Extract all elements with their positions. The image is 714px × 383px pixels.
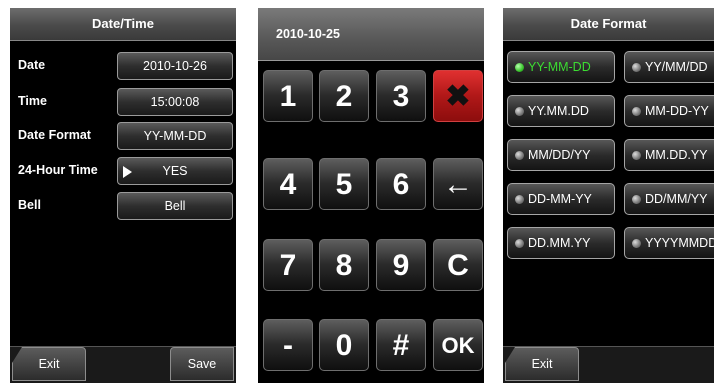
24-hour-time-toggle[interactable]: YES (117, 157, 233, 185)
date-format-label: Date Format (18, 128, 91, 142)
bell-label: Bell (18, 198, 41, 212)
format-option-yy-mm-dd[interactable]: YY-MM-DD (507, 51, 615, 83)
format-option-mm-slash-dd-slash-yy[interactable]: MM/DD/YY (507, 139, 615, 171)
radio-icon (515, 107, 524, 116)
format-option-label: MM.DD.YY (645, 148, 708, 162)
key-8[interactable]: 8 (319, 239, 369, 291)
key-5[interactable]: 5 (319, 158, 369, 210)
ok-key[interactable]: OK (433, 319, 483, 371)
exit-button[interactable]: Exit (505, 347, 579, 381)
page-title: Date/Time (10, 8, 236, 41)
format-option-label: YYYYMMDD (645, 236, 714, 250)
time-button[interactable]: 15:00:08 (117, 88, 233, 116)
radio-icon (632, 63, 641, 72)
format-option-label: DD/MM/YY (645, 192, 708, 206)
key-6[interactable]: 6 (376, 158, 426, 210)
radio-icon (632, 151, 641, 160)
format-option-dd-mm-yy[interactable]: DD-MM-YY (507, 183, 615, 215)
keypad-screen: 2010-10-25 1 2 3 ✖ 4 5 6 ← 7 8 9 C - 0 #… (258, 8, 484, 383)
date-label: Date (18, 58, 46, 72)
hash-key[interactable]: # (376, 319, 426, 371)
time-label: Time (18, 94, 47, 108)
minus-key[interactable]: - (263, 319, 313, 371)
24-hour-time-label: 24-Hour Time (18, 163, 98, 177)
key-7[interactable]: 7 (263, 239, 313, 291)
key-2[interactable]: 2 (319, 70, 369, 122)
exit-button[interactable]: Exit (12, 347, 86, 381)
format-option-yy-dot-mm-dot-dd[interactable]: YY.MM.DD (507, 95, 615, 127)
key-9[interactable]: 9 (376, 239, 426, 291)
bell-button[interactable]: Bell (117, 192, 233, 220)
format-option-mm-dot-dd-dot-yy[interactable]: MM.DD.YY (624, 139, 714, 171)
format-option-label: DD-MM-YY (528, 192, 592, 206)
key-3[interactable]: 3 (376, 70, 426, 122)
clear-key[interactable]: C (433, 239, 483, 291)
radio-icon (515, 239, 524, 248)
radio-icon (515, 195, 524, 204)
close-x-icon: ✖ (445, 80, 471, 113)
key-1[interactable]: 1 (263, 70, 313, 122)
format-option-yyyymmdd[interactable]: YYYYMMDD (624, 227, 714, 259)
radio-icon (632, 107, 641, 116)
delete-key[interactable]: ✖ (433, 70, 483, 122)
bottom-bar: Exit (503, 346, 714, 383)
arrow-left-icon: ← (443, 168, 473, 201)
format-option-label: YY-MM-DD (528, 60, 591, 74)
format-option-yy-slash-mm-slash-dd[interactable]: YY/MM/DD (624, 51, 714, 83)
format-option-label: YY.MM.DD (528, 104, 589, 118)
radio-icon (515, 151, 524, 160)
format-option-dd-dot-mm-dot-yy[interactable]: DD.MM.YY (507, 227, 615, 259)
radio-icon (632, 239, 641, 248)
date-format-button[interactable]: YY-MM-DD (117, 122, 233, 150)
input-display: 2010-10-25 (258, 8, 484, 61)
format-option-mm-dd-yy[interactable]: MM-DD-YY (624, 95, 714, 127)
backspace-key[interactable]: ← (433, 158, 483, 210)
format-option-dd-slash-mm-slash-yy[interactable]: DD/MM/YY (624, 183, 714, 215)
format-option-label: MM/DD/YY (528, 148, 591, 162)
key-4[interactable]: 4 (263, 158, 313, 210)
page-title: Date Format (503, 8, 714, 41)
format-option-label: YY/MM/DD (645, 60, 708, 74)
bottom-bar: Exit Save (10, 346, 236, 383)
format-option-label: MM-DD-YY (645, 104, 709, 118)
date-time-screen: Date/Time Date 2010-10-26 Time 15:00:08 … (10, 8, 236, 383)
key-0[interactable]: 0 (319, 319, 369, 371)
format-option-label: DD.MM.YY (528, 236, 591, 250)
save-button[interactable]: Save (170, 347, 234, 381)
play-arrow-icon (123, 166, 132, 178)
radio-selected-icon (515, 63, 524, 72)
date-format-screen: Date Format YY-MM-DD YY/MM/DD YY.MM.DD M… (503, 8, 714, 383)
24-hour-time-value: YES (162, 164, 188, 178)
radio-icon (632, 195, 641, 204)
date-button[interactable]: 2010-10-26 (117, 52, 233, 80)
